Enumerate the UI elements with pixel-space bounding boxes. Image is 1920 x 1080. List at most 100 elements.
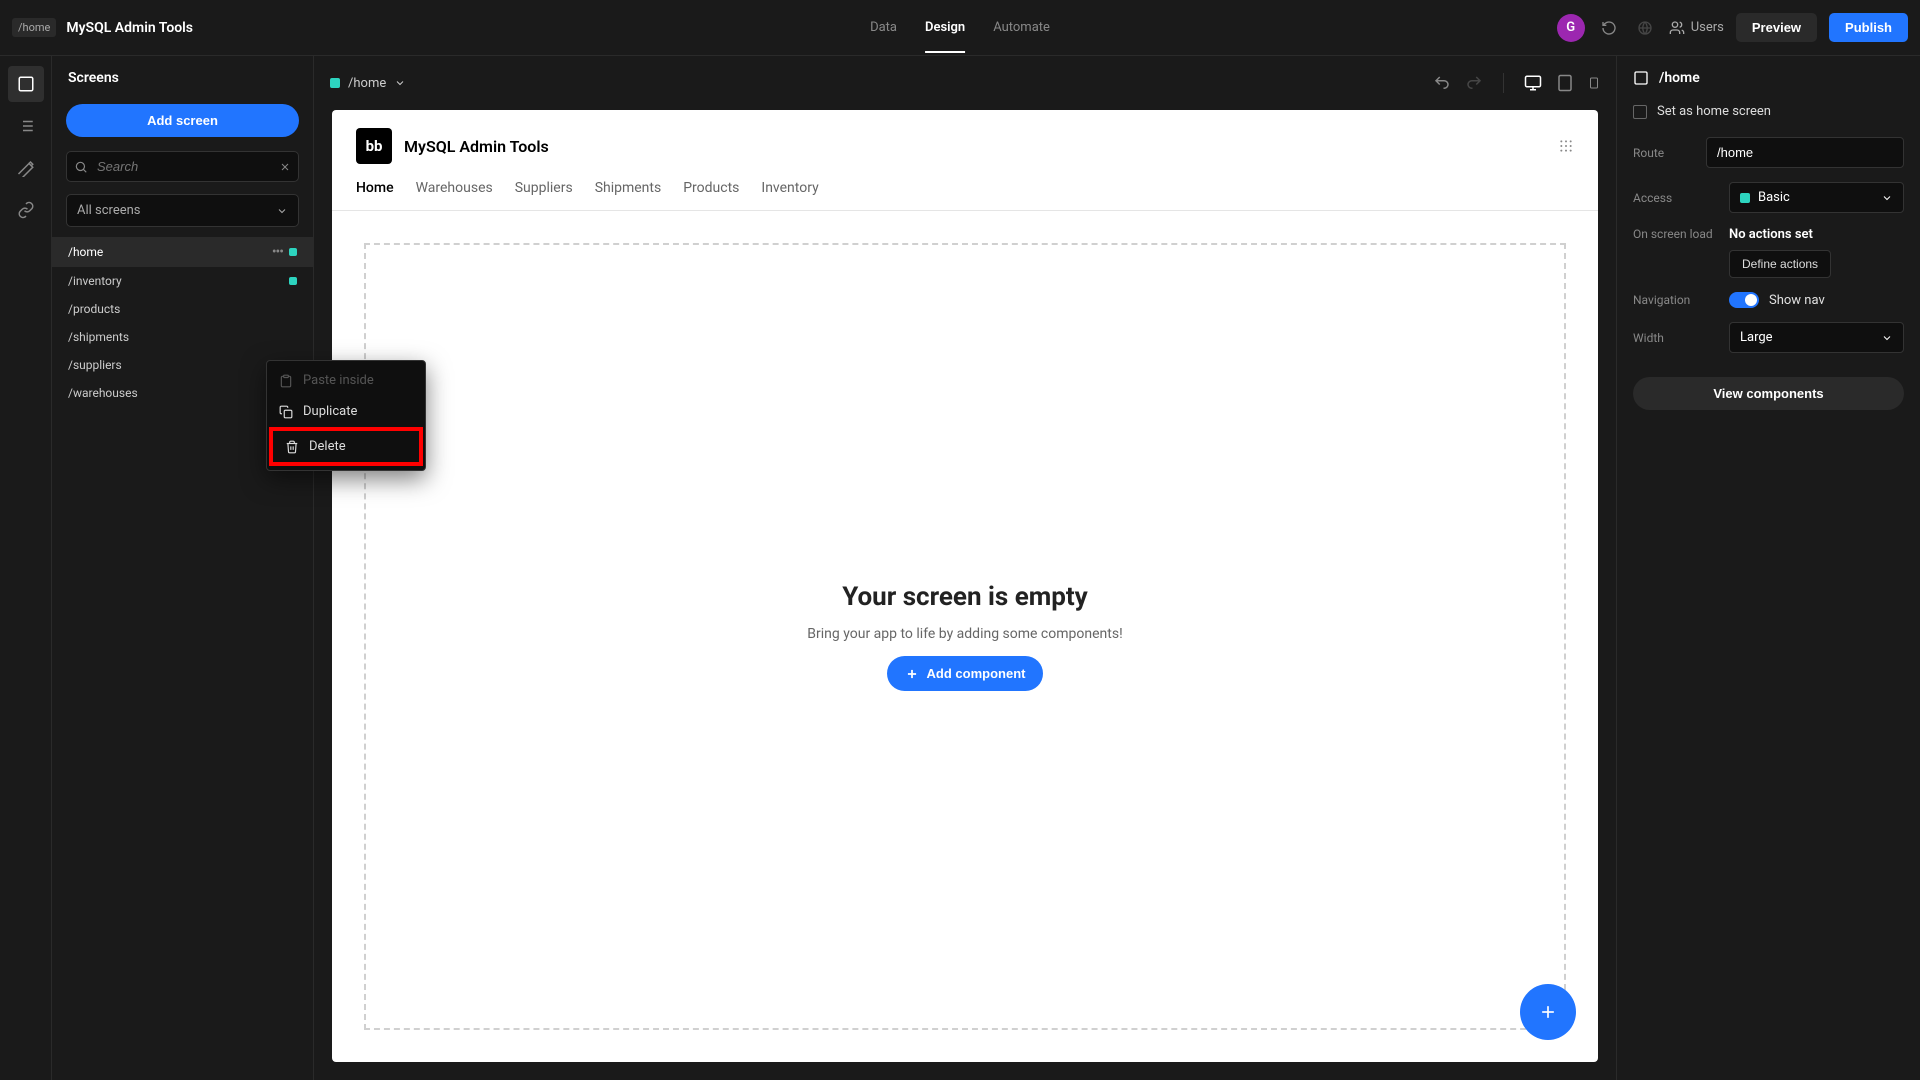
screens-filter-label: All screens — [77, 203, 141, 218]
desktop-icon[interactable] — [1524, 74, 1542, 92]
checkbox[interactable] — [1633, 105, 1647, 119]
paste-icon — [279, 374, 293, 388]
screens-filter-select[interactable]: All screens — [66, 194, 299, 227]
no-actions-text: No actions set — [1729, 227, 1904, 242]
canvas-body: Your screen is empty Bring your app to l… — [332, 211, 1598, 1062]
screen-name: /home — [68, 245, 103, 259]
publish-button[interactable]: Publish — [1829, 13, 1908, 42]
screen-item-products[interactable]: /products — [52, 295, 313, 323]
canvas-header: bb MySQL Admin Tools — [332, 110, 1598, 164]
context-menu: Paste inside Duplicate Delete — [266, 360, 426, 471]
canvas-tabs: Home Warehouses Suppliers Shipments Prod… — [332, 164, 1598, 211]
status-square — [1740, 193, 1750, 203]
status-square — [330, 78, 340, 88]
trash-icon — [285, 440, 299, 454]
set-home-row[interactable]: Set as home screen — [1633, 104, 1904, 119]
screen-icon — [1633, 70, 1649, 86]
avatar[interactable]: G — [1557, 14, 1585, 42]
add-screen-button[interactable]: Add screen — [66, 104, 299, 137]
fab-add-button[interactable] — [1520, 984, 1576, 1040]
view-components-button[interactable]: View components — [1633, 377, 1904, 410]
rail-list-icon[interactable] — [8, 108, 44, 144]
context-duplicate[interactable]: Duplicate — [267, 396, 425, 427]
show-nav-toggle[interactable] — [1729, 292, 1759, 308]
access-select[interactable]: Basic — [1729, 182, 1904, 213]
undo-history-icon[interactable] — [1597, 16, 1621, 40]
chevron-down-icon — [394, 77, 406, 89]
canvas-toolbar: /home — [314, 56, 1616, 110]
access-value: Basic — [1758, 190, 1790, 205]
width-label: Width — [1633, 331, 1729, 345]
canvas-area: /home — [314, 56, 1616, 1080]
status-dot — [289, 277, 297, 285]
set-home-label: Set as home screen — [1657, 104, 1771, 119]
rail-screens-icon[interactable] — [8, 66, 44, 102]
clear-icon[interactable] — [279, 161, 291, 173]
header-left: /home MySQL Admin Tools — [12, 18, 1557, 37]
top-nav: Data Design Automate — [870, 2, 1050, 53]
crumb-label: /home — [348, 76, 386, 91]
add-component-label: Add component — [927, 666, 1026, 681]
screen-name: /shipments — [68, 330, 129, 344]
search-input[interactable] — [66, 151, 299, 182]
duplicate-icon — [279, 405, 293, 419]
canvas-logo: bb — [356, 128, 392, 164]
left-panel: Screens Add screen All screens /home •••… — [52, 56, 314, 1080]
grip-icon[interactable] — [1558, 138, 1574, 154]
empty-drop-zone[interactable]: Your screen is empty Bring your app to l… — [364, 243, 1566, 1030]
undo-icon[interactable] — [1433, 74, 1451, 92]
context-delete[interactable]: Delete — [269, 427, 423, 466]
access-label: Access — [1633, 191, 1729, 205]
screen-item-shipments[interactable]: /shipments — [52, 323, 313, 351]
left-rail — [0, 56, 52, 1080]
preview-button[interactable]: Preview — [1736, 13, 1817, 42]
chevron-down-icon — [1881, 192, 1893, 204]
home-badge[interactable]: /home — [12, 18, 56, 37]
canvas-app-title: MySQL Admin Tools — [404, 137, 549, 156]
route-label: Route — [1633, 146, 1706, 160]
screen-name: /products — [68, 302, 120, 316]
nav-label: Navigation — [1633, 293, 1729, 307]
chevron-down-icon — [276, 205, 288, 217]
tab-products[interactable]: Products — [683, 180, 739, 210]
width-select[interactable]: Large — [1729, 322, 1904, 353]
add-component-button[interactable]: Add component — [887, 656, 1044, 691]
width-value: Large — [1740, 330, 1773, 345]
rail-theme-icon[interactable] — [8, 150, 44, 186]
screen-name: /warehouses — [68, 386, 138, 400]
context-delete-label: Delete — [309, 439, 346, 454]
redo-icon[interactable] — [1465, 74, 1483, 92]
show-nav-label: Show nav — [1769, 293, 1825, 308]
rail-link-icon[interactable] — [8, 192, 44, 228]
globe-icon[interactable] — [1633, 16, 1657, 40]
header-right: G Users Preview Publish — [1557, 13, 1908, 42]
onload-label: On screen load — [1633, 227, 1729, 241]
app-title: MySQL Admin Tools — [66, 20, 193, 36]
mobile-icon[interactable] — [1588, 74, 1600, 92]
tab-shipments[interactable]: Shipments — [595, 180, 662, 210]
more-icon[interactable]: ••• — [272, 244, 283, 260]
tab-inventory[interactable]: Inventory — [761, 180, 818, 210]
nav-data[interactable]: Data — [870, 2, 897, 53]
search-icon — [74, 160, 88, 174]
screen-name: /suppliers — [68, 358, 122, 372]
rp-title: /home — [1633, 70, 1904, 86]
tablet-icon[interactable] — [1556, 74, 1574, 92]
nav-automate[interactable]: Automate — [993, 2, 1050, 53]
route-input[interactable] — [1706, 137, 1904, 168]
tab-suppliers[interactable]: Suppliers — [515, 180, 573, 210]
screen-item-home[interactable]: /home ••• — [52, 237, 313, 267]
screen-item-inventory[interactable]: /inventory — [52, 267, 313, 295]
context-duplicate-label: Duplicate — [303, 404, 357, 419]
rp-title-label: /home — [1659, 70, 1700, 86]
context-paste: Paste inside — [267, 365, 425, 396]
users-link[interactable]: Users — [1669, 20, 1724, 36]
define-actions-button[interactable]: Define actions — [1729, 250, 1831, 278]
tab-home[interactable]: Home — [356, 180, 394, 210]
tab-warehouses[interactable]: Warehouses — [416, 180, 493, 210]
plus-icon — [905, 667, 919, 681]
main-layout: Screens Add screen All screens /home •••… — [0, 56, 1920, 1080]
nav-design[interactable]: Design — [925, 2, 965, 53]
screen-crumb[interactable]: /home — [330, 76, 406, 91]
chevron-down-icon — [1881, 332, 1893, 344]
